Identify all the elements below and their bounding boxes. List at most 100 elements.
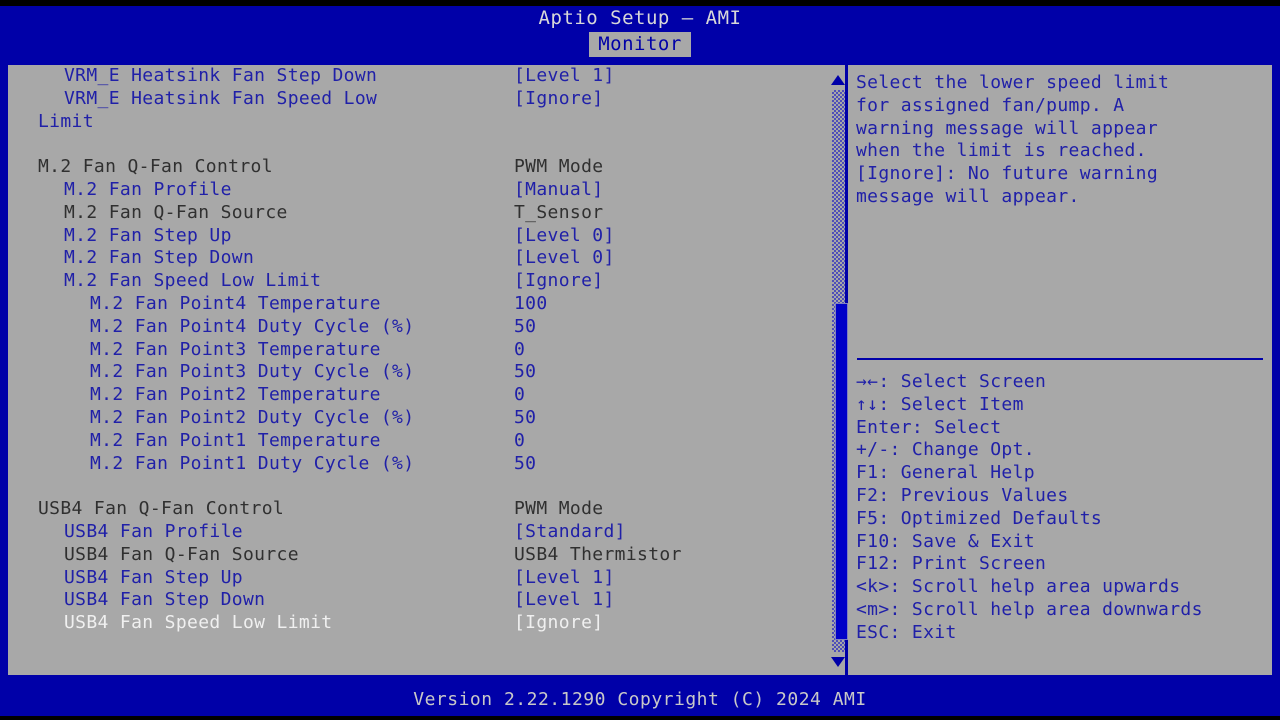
key-legend-line: <m>: Scroll help area downwards	[856, 598, 1203, 620]
scrollbar-thumb[interactable]	[835, 303, 848, 640]
option-label: M.2 Fan Point1 Duty Cycle (%)	[90, 452, 415, 474]
option-label: M.2 Fan Step Down	[64, 247, 255, 269]
option-label: M.2 Fan Q-Fan Source	[64, 201, 288, 223]
option-row[interactable]: M.2 Fan Point1 Temperature 0	[8, 430, 820, 453]
option-row[interactable]: USB4 Fan Q-Fan Control PWM Mode	[8, 498, 820, 521]
option-row[interactable]: M.2 Fan Point2 Duty Cycle (%) 50	[8, 407, 820, 430]
option-label: M.2 Fan Point4 Duty Cycle (%)	[90, 315, 415, 337]
option-row[interactable]: M.2 Fan Point4 Duty Cycle (%) 50	[8, 316, 820, 339]
key-legend-line: ESC: Exit	[856, 621, 957, 643]
row-spacer	[8, 133, 820, 156]
option-value[interactable]: 50	[514, 316, 536, 339]
option-row[interactable]: USB4 Fan Step Down [Level 1]	[8, 589, 820, 612]
option-value[interactable]: 0	[514, 384, 525, 407]
option-value[interactable]: [Ignore]	[514, 88, 604, 111]
option-label: M.2 Fan Point3 Duty Cycle (%)	[90, 361, 415, 383]
option-row[interactable]: USB4 Fan Step Up [Level 1]	[8, 567, 820, 590]
option-label: USB4 Fan Q-Fan Control	[38, 498, 285, 520]
option-row[interactable]: M.2 Fan Step Down [Level 0]	[8, 247, 820, 270]
option-label: Limit	[38, 110, 94, 132]
option-row[interactable]: M.2 Fan Step Up [Level 0]	[8, 225, 820, 248]
help-line: [Ignore]: No future warning	[856, 163, 1159, 185]
help-line: Select the lower speed limit	[856, 72, 1170, 93]
option-row[interactable]: M.2 Fan Point3 Temperature 0	[8, 339, 820, 362]
option-value[interactable]: T_Sensor	[514, 202, 604, 225]
option-label: M.2 Fan Profile	[64, 178, 232, 200]
scroll-up-arrow-icon[interactable]	[831, 74, 845, 86]
option-value[interactable]: 50	[514, 407, 536, 430]
option-value[interactable]: 0	[514, 339, 525, 362]
help-line: when the limit is reached.	[856, 140, 1147, 162]
option-value[interactable]: [Level 1]	[514, 589, 615, 612]
option-label: USB4 Fan Speed Low Limit	[64, 612, 333, 634]
scroll-down-arrow-icon[interactable]	[831, 656, 845, 668]
row-spacer	[8, 475, 820, 498]
option-value[interactable]: 50	[514, 453, 536, 476]
option-value[interactable]: [Ignore]	[514, 612, 604, 635]
option-row[interactable]: M.2 Fan Point3 Duty Cycle (%) 50	[8, 361, 820, 384]
option-label: M.2 Fan Speed Low Limit	[64, 270, 322, 292]
option-row[interactable]: Limit	[8, 111, 820, 134]
option-row[interactable]: USB4 Fan Speed Low Limit [Ignore]	[8, 612, 820, 635]
option-value[interactable]: [Level 1]	[514, 65, 615, 88]
bios-setup-screen: Aptio Setup – AMI Monitor VRM_E Heatsink…	[0, 0, 1280, 720]
option-label: M.2 Fan Point3 Temperature	[90, 338, 381, 360]
options-scrollbar[interactable]	[829, 70, 848, 674]
option-value[interactable]: PWM Mode	[514, 156, 604, 179]
help-description: Select the lower speed limit for assigned…	[856, 72, 1268, 209]
key-legend-line: →←: Select Screen	[856, 371, 1047, 392]
option-label: M.2 Fan Point2 Temperature	[90, 384, 381, 406]
bottom-bezel	[0, 716, 1280, 720]
option-value[interactable]: [Standard]	[514, 521, 626, 544]
key-legend-line: F10: Save & Exit	[856, 530, 1035, 552]
option-row[interactable]: M.2 Fan Point1 Duty Cycle (%) 50	[8, 453, 820, 476]
option-row[interactable]: M.2 Fan Speed Low Limit [Ignore]	[8, 270, 820, 293]
option-value[interactable]: 50	[514, 361, 536, 384]
option-row[interactable]: M.2 Fan Point2 Temperature 0	[8, 384, 820, 407]
option-row[interactable]: M.2 Fan Profile [Manual]	[8, 179, 820, 202]
option-row[interactable]: USB4 Fan Q-Fan Source USB4 Thermistor	[8, 544, 820, 567]
scrollbar-track[interactable]	[832, 90, 848, 652]
option-label: USB4 Fan Q-Fan Source	[64, 543, 299, 565]
help-line: for assigned fan/pump. A	[856, 94, 1125, 116]
help-line: warning message will appear	[856, 117, 1159, 139]
option-value[interactable]: [Level 1]	[514, 567, 615, 590]
option-row[interactable]: M.2 Fan Q-Fan Control PWM Mode	[8, 156, 820, 179]
key-legend-line: +/-: Change Opt.	[856, 439, 1035, 461]
option-label: M.2 Fan Point1 Temperature	[90, 429, 381, 451]
option-row[interactable]: USB4 Fan Profile [Standard]	[8, 521, 820, 544]
option-row[interactable]: VRM_E Heatsink Fan Speed Low [Ignore]	[8, 88, 820, 111]
option-value[interactable]: [Level 0]	[514, 247, 615, 270]
option-label: M.2 Fan Point4 Temperature	[90, 292, 381, 314]
key-legend-line: F2: Previous Values	[856, 484, 1069, 506]
option-label: VRM_E Heatsink Fan Speed Low	[64, 87, 378, 109]
options-list[interactable]: VRM_E Heatsink Fan Step Down [Level 1] VRM…	[8, 65, 820, 675]
option-row[interactable]: M.2 Fan Q-Fan Source T_Sensor	[8, 202, 820, 225]
version-footer: Version 2.22.1290 Copyright (C) 2024 AMI	[413, 689, 867, 710]
key-legend-line: <k>: Scroll help area upwards	[856, 576, 1181, 598]
option-value[interactable]: [Level 0]	[514, 225, 615, 248]
tab-monitor[interactable]: Monitor	[589, 32, 691, 57]
key-legend-line: ↑↓: Select Item	[856, 393, 1024, 415]
option-label: VRM_E Heatsink Fan Step Down	[64, 65, 378, 86]
key-legend-line: Enter: Select	[856, 416, 1002, 438]
key-legend-line: F12: Print Screen	[856, 553, 1047, 575]
option-value[interactable]: PWM Mode	[514, 498, 604, 521]
option-row[interactable]: M.2 Fan Point4 Temperature 100	[8, 293, 820, 316]
help-line: message will appear.	[856, 185, 1080, 207]
option-value[interactable]: 0	[514, 430, 525, 453]
option-value[interactable]: [Manual]	[514, 179, 604, 202]
option-label: M.2 Fan Q-Fan Control	[38, 156, 273, 178]
option-label: USB4 Fan Step Up	[64, 566, 243, 588]
option-value[interactable]: USB4 Thermistor	[514, 544, 682, 567]
key-legend: →←: Select Screen ↑↓: Select Item Enter: S…	[856, 371, 1270, 645]
tab-strip: Monitor	[0, 32, 1280, 57]
key-legend-line: F1: General Help	[856, 462, 1035, 484]
help-divider	[857, 358, 1263, 360]
option-label: USB4 Fan Step Down	[64, 589, 266, 611]
option-label: USB4 Fan Profile	[64, 520, 243, 542]
option-row[interactable]: VRM_E Heatsink Fan Step Down [Level 1]	[8, 65, 820, 88]
page-title: Aptio Setup – AMI	[538, 7, 742, 29]
option-value[interactable]: [Ignore]	[514, 270, 604, 293]
option-value[interactable]: 100	[514, 293, 548, 316]
